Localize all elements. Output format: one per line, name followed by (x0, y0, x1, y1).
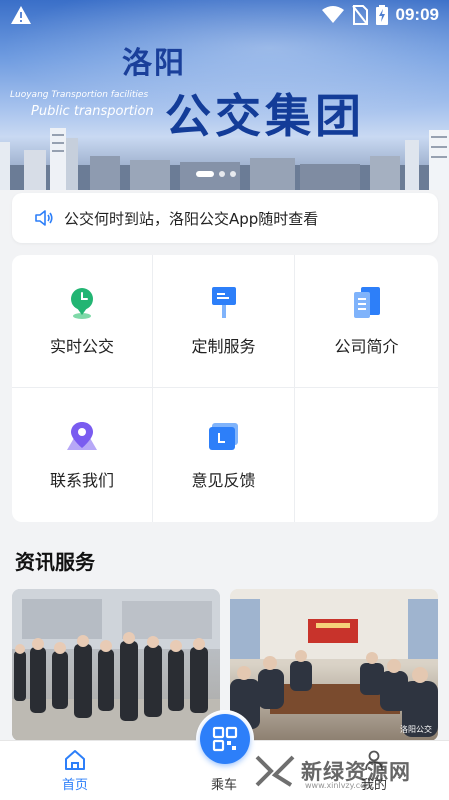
notice-text: 公交何时到站，洛阳公交App随时查看 (64, 209, 319, 228)
bus-clock-pin-icon (71, 288, 93, 319)
service-label: 意见反馈 (191, 471, 256, 490)
bus-stop-sign-icon (211, 287, 236, 318)
speaker-icon (35, 210, 53, 226)
news-card[interactable] (12, 589, 220, 741)
tab-home-label: 首页 (61, 778, 88, 793)
qr-code-icon (212, 726, 238, 752)
carousel-dot-active (196, 171, 214, 177)
service-realtime-bus[interactable]: 实时公交 (12, 255, 153, 388)
notice-bar[interactable]: 公交何时到站，洛阳公交App随时查看 (12, 193, 438, 243)
battery-charging-icon (375, 5, 388, 25)
service-label: 公司简介 (334, 337, 399, 356)
banner-subtitle-en1: Luoyang Transportion facilities (10, 90, 149, 100)
banner-title-line1: 洛阳 (122, 46, 186, 81)
section-title-news: 资讯服务 (15, 550, 95, 574)
carousel-indicator (196, 171, 236, 177)
location-pin-icon (67, 422, 97, 450)
status-bar: 09:09 (0, 0, 449, 32)
tab-ride-label: 乘车 (210, 778, 237, 793)
carousel-dot (219, 171, 225, 177)
service-label: 实时公交 (49, 337, 114, 356)
watermark-subtext: www.xinlvzy.com (305, 781, 373, 790)
carousel-dot (230, 171, 236, 177)
home-icon (65, 750, 85, 770)
service-contact-us[interactable]: 联系我们 (12, 388, 153, 522)
no-sim-icon (351, 5, 368, 25)
banner-subtitle-en2: Public transportion (31, 104, 154, 119)
meeting-room-photo (230, 589, 438, 737)
banner-title-line2: 公交集团 (165, 89, 365, 143)
scan-ride-button[interactable] (196, 710, 254, 768)
scan-ride-button-inner (200, 714, 250, 764)
officials-inspection-photo (12, 589, 220, 741)
service-label: 定制服务 (191, 337, 256, 356)
service-empty-cell (295, 388, 438, 522)
tab-home[interactable]: 首页 (25, 741, 125, 800)
service-company-intro[interactable]: 公司简介 (295, 255, 438, 388)
news-card[interactable]: 洛阳公交 (230, 589, 438, 741)
wifi-icon (321, 6, 344, 23)
document-icon (353, 287, 380, 318)
service-feedback[interactable]: 意见反馈 (153, 388, 295, 522)
feedback-card-icon (208, 423, 238, 450)
watermark-logo-icon (255, 755, 295, 787)
warning-icon (11, 6, 31, 24)
watermark: 新绿资源网 www.xinlvzy.com (255, 748, 433, 794)
status-time: 09:09 (395, 5, 439, 24)
services-grid: 实时公交 定制服务 公司简介 联系我们 意见反馈 (12, 255, 438, 522)
service-label: 联系我们 (49, 471, 114, 490)
news-source-tag: 洛阳公交 (400, 725, 432, 734)
service-custom[interactable]: 定制服务 (153, 255, 295, 388)
